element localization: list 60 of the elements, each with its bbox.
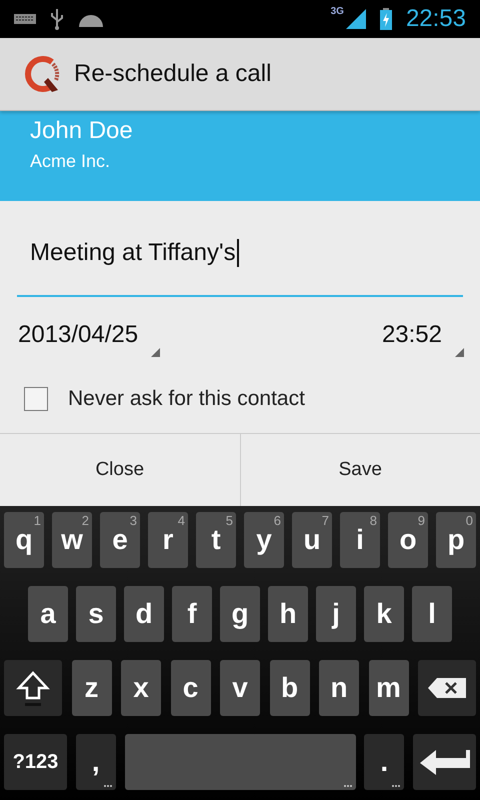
- contact-company: Acme Inc.: [30, 151, 110, 172]
- key-hint: 5: [226, 513, 233, 528]
- key[interactable]: u 7: [292, 512, 332, 568]
- time-spinner[interactable]: 23:52: [382, 317, 464, 357]
- screen-title: Re-schedule a call: [74, 60, 272, 88]
- key[interactable]: ,: [76, 734, 116, 790]
- key[interactable]: n: [319, 660, 359, 716]
- enter-icon: [418, 748, 472, 776]
- key[interactable]: f: [172, 586, 212, 642]
- network-type: 3G: [330, 6, 344, 17]
- key[interactable]: p 0: [436, 512, 476, 568]
- key[interactable]: t 5: [196, 512, 236, 568]
- contact-name: John Doe: [30, 117, 133, 145]
- usb-icon: [50, 8, 64, 30]
- key[interactable]: x: [121, 660, 161, 716]
- key[interactable]: h: [268, 586, 308, 642]
- backspace-icon: [427, 677, 467, 699]
- date-spinner[interactable]: 2013/04/25: [18, 317, 160, 357]
- key[interactable]: q 1: [4, 512, 44, 568]
- key[interactable]: r 4: [148, 512, 188, 568]
- key[interactable]: k: [364, 586, 404, 642]
- key[interactable]: m: [368, 660, 408, 716]
- shift-key[interactable]: [4, 660, 62, 716]
- note-field[interactable]: Meeting at Tiffany's: [17, 211, 463, 297]
- key-hint: 7: [322, 513, 329, 528]
- symbols-key[interactable]: ?123: [4, 734, 67, 790]
- key[interactable]: g: [220, 586, 260, 642]
- battery-icon: [380, 8, 392, 30]
- key[interactable]: a: [28, 586, 68, 642]
- key-hint: 0: [466, 513, 473, 528]
- key[interactable]: j: [316, 586, 356, 642]
- key[interactable]: z: [72, 660, 112, 716]
- key-hint: 1: [34, 513, 41, 528]
- signal-icon: [346, 9, 366, 29]
- clock: 22:53: [406, 5, 466, 33]
- key-hint: 2: [82, 513, 89, 528]
- key[interactable]: b: [270, 660, 310, 716]
- key-hint: 3: [130, 513, 137, 528]
- key-hint: 9: [418, 513, 425, 528]
- key[interactable]: y 6: [244, 512, 284, 568]
- key[interactable]: d: [124, 586, 164, 642]
- key-hint: 6: [274, 513, 281, 528]
- key[interactable]: v: [220, 660, 260, 716]
- key[interactable]: s: [76, 586, 116, 642]
- key[interactable]: l: [412, 586, 452, 642]
- key-hint: 4: [178, 513, 185, 528]
- backspace-key[interactable]: [418, 660, 476, 716]
- key[interactable]: c: [170, 660, 210, 716]
- checkbox-label: Never ask for this contact: [68, 387, 305, 411]
- app-logo-icon: [22, 54, 62, 94]
- enter-key[interactable]: [413, 734, 476, 790]
- shift-icon: [16, 670, 50, 706]
- key[interactable]: w 2: [52, 512, 92, 568]
- keyboard-icon: [14, 14, 36, 24]
- key[interactable]: .: [364, 734, 404, 790]
- key[interactable]: i 8: [340, 512, 380, 568]
- key-hint: 8: [370, 513, 377, 528]
- checkbox[interactable]: [24, 387, 48, 411]
- key[interactable]: e 3: [100, 512, 140, 568]
- key[interactable]: o 9: [388, 512, 428, 568]
